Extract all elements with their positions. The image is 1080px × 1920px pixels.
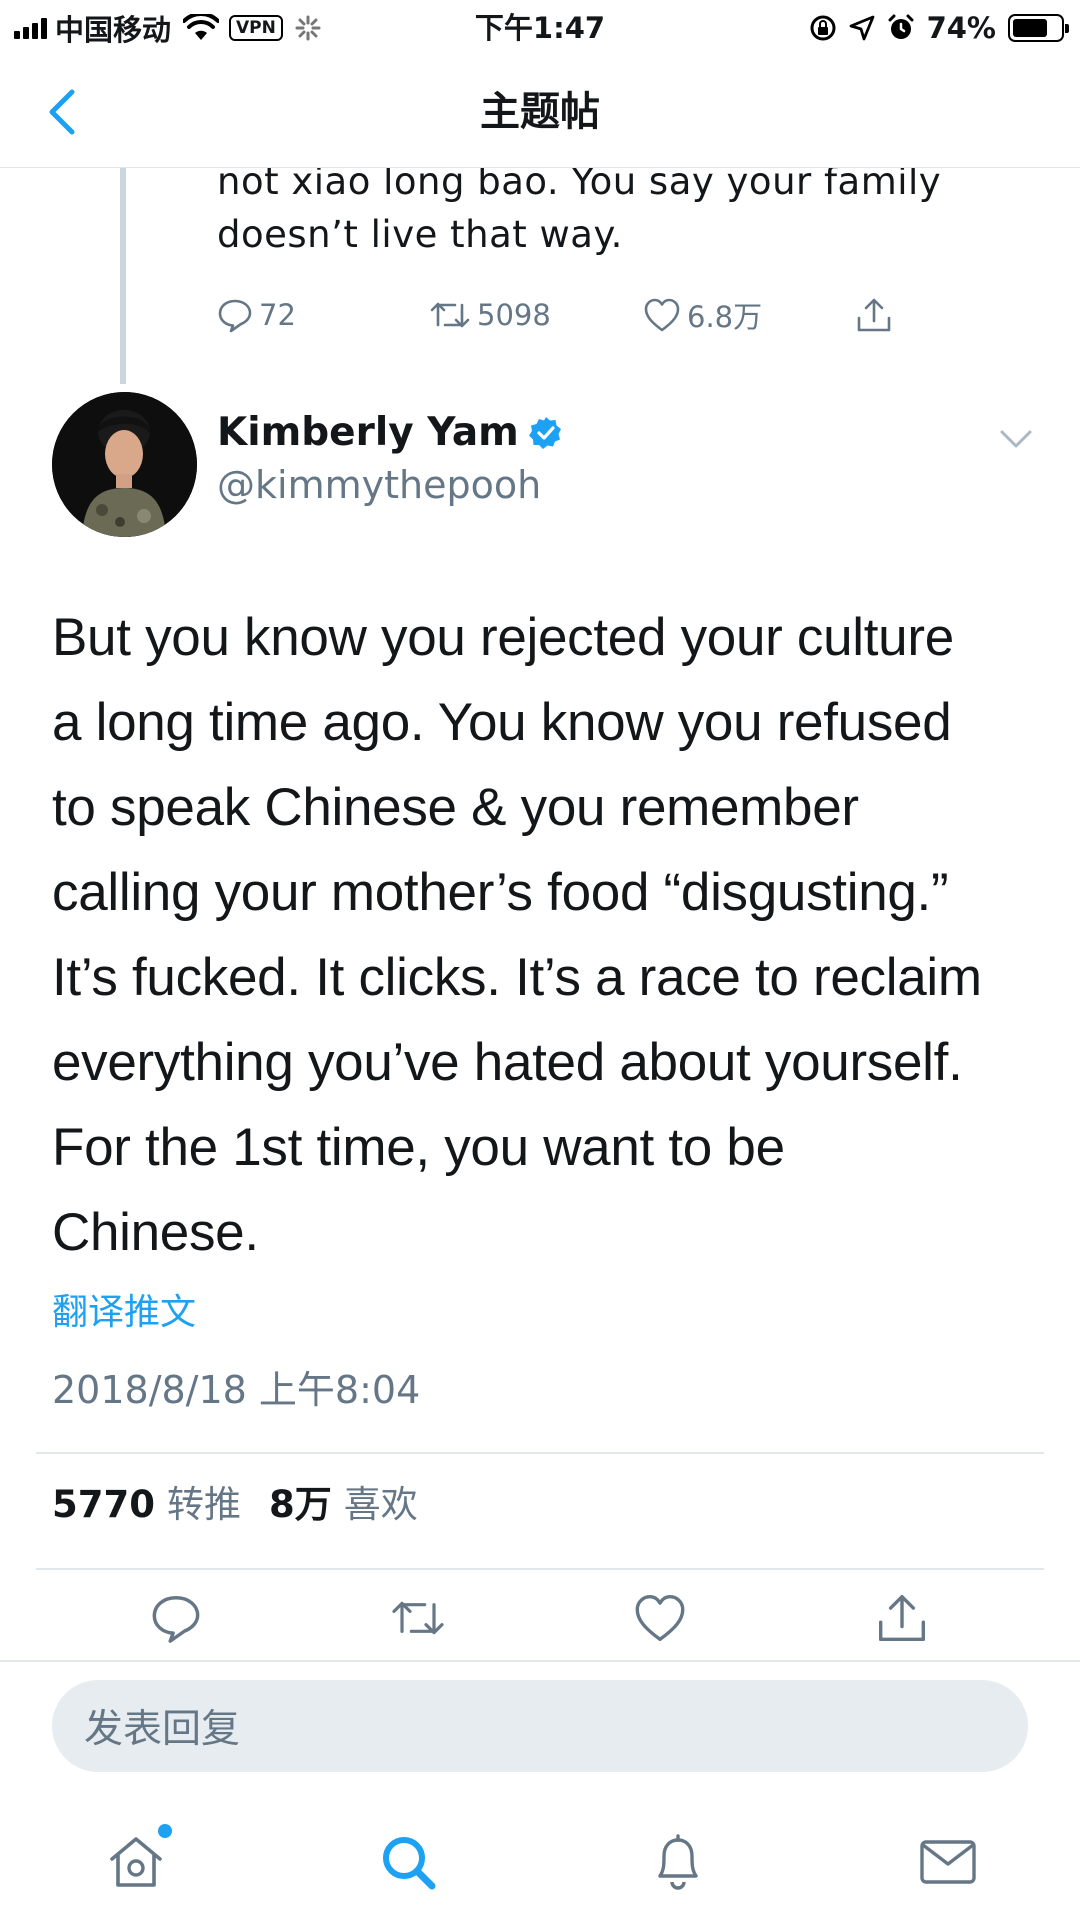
tweet-text-line: But you know you rejected your culture bbox=[52, 608, 954, 667]
reply-button[interactable] bbox=[148, 1590, 204, 1646]
retweet-icon bbox=[392, 1601, 444, 1635]
tab-messages[interactable] bbox=[916, 1830, 980, 1894]
tweet-timestamp: 2018/8/18 上午8:04 bbox=[52, 1368, 421, 1412]
previous-like-button[interactable]: 6.8万 bbox=[643, 290, 762, 340]
profile-photo bbox=[52, 392, 197, 537]
share-icon bbox=[857, 298, 891, 332]
orientation-lock-icon bbox=[810, 15, 836, 41]
tweet-text-line: to speak Chinese & you remember bbox=[52, 778, 859, 837]
nav-bar: 主题帖 bbox=[0, 56, 1080, 168]
page-title: 主题帖 bbox=[480, 89, 600, 135]
avatar[interactable] bbox=[52, 392, 197, 537]
tweet-text-line: It’s fucked. It clicks. It’s a race to r… bbox=[52, 948, 982, 1007]
share-icon bbox=[878, 1594, 926, 1642]
like-label[interactable]: 喜欢 bbox=[344, 1478, 418, 1532]
status-bar: 中国移动 VPN 下午1:47 74% bbox=[0, 0, 1080, 56]
reply-icon bbox=[152, 1596, 200, 1643]
previous-share-button[interactable] bbox=[855, 290, 893, 340]
previous-tweet-line: doesn’t live that way. bbox=[217, 213, 623, 256]
tab-bar bbox=[0, 1800, 1080, 1920]
tab-search[interactable] bbox=[376, 1830, 440, 1894]
reply-input[interactable]: 发表回复 bbox=[52, 1680, 1028, 1772]
tweet-actions bbox=[0, 1590, 1080, 1646]
home-icon bbox=[110, 1837, 162, 1887]
author-handle[interactable]: @kimmythepooh bbox=[217, 460, 541, 510]
notifications-icon bbox=[658, 1834, 698, 1890]
heart-icon bbox=[635, 1594, 685, 1642]
tweet-text-line: Chinese. bbox=[52, 1203, 259, 1262]
author-name: Kimberly Yam bbox=[217, 410, 519, 455]
tab-home[interactable] bbox=[104, 1824, 172, 1894]
divider bbox=[36, 1452, 1044, 1454]
translate-tweet-link[interactable]: 翻译推文 bbox=[52, 1288, 196, 1338]
chevron-down-icon[interactable] bbox=[998, 420, 1034, 456]
tweet-text-line: For the 1st time, you want to be bbox=[52, 1118, 785, 1177]
tweet-text-line: a long time ago. You know you refused bbox=[52, 693, 952, 752]
reply-placeholder: 发表回复 bbox=[84, 1707, 241, 1752]
previous-tweet-actions: 72 5098 6.8万 bbox=[217, 290, 957, 340]
like-total[interactable]: 8万 bbox=[269, 1478, 332, 1532]
tweet-text-line: everything you’ve hated about yourself. bbox=[52, 1033, 963, 1092]
verified-badge-icon bbox=[528, 417, 561, 449]
battery-percent: 74% bbox=[926, 11, 996, 45]
tab-notifications[interactable] bbox=[646, 1830, 710, 1894]
retweet-button[interactable] bbox=[390, 1590, 446, 1646]
heart-icon bbox=[644, 298, 680, 332]
divider bbox=[0, 1660, 1080, 1662]
location-icon bbox=[849, 15, 874, 41]
tweet-text-line: calling your mother’s food “disgusting.” bbox=[52, 863, 949, 922]
previous-reply-count: 72 bbox=[259, 298, 296, 332]
like-button[interactable] bbox=[632, 1590, 688, 1646]
previous-like-count: 6.8万 bbox=[687, 300, 763, 334]
previous-tweet-text[interactable]: not xiao long bao. You say your family d… bbox=[217, 155, 1037, 261]
alarm-icon bbox=[888, 14, 914, 39]
previous-retweet-button[interactable]: 5098 bbox=[429, 290, 551, 340]
tweet-stats: 5770 转推 8万 喜欢 bbox=[52, 1478, 446, 1532]
retweet-icon bbox=[430, 302, 470, 328]
notification-dot bbox=[158, 1824, 172, 1838]
battery-icon bbox=[1008, 14, 1069, 42]
messages-icon bbox=[920, 1840, 976, 1884]
share-button[interactable] bbox=[874, 1590, 930, 1646]
tweet-text: But you know you rejected your culture a… bbox=[52, 595, 1042, 1275]
reply-icon bbox=[218, 299, 252, 333]
author-name-row[interactable]: Kimberly Yam bbox=[217, 408, 563, 458]
previous-retweet-count: 5098 bbox=[477, 298, 551, 332]
thread-connector-line bbox=[120, 168, 126, 384]
divider bbox=[36, 1568, 1044, 1570]
search-icon bbox=[383, 1837, 436, 1890]
retweet-total[interactable]: 5770 bbox=[52, 1478, 155, 1532]
retweet-label[interactable]: 转推 bbox=[167, 1478, 241, 1532]
previous-reply-button[interactable]: 72 bbox=[217, 290, 296, 340]
